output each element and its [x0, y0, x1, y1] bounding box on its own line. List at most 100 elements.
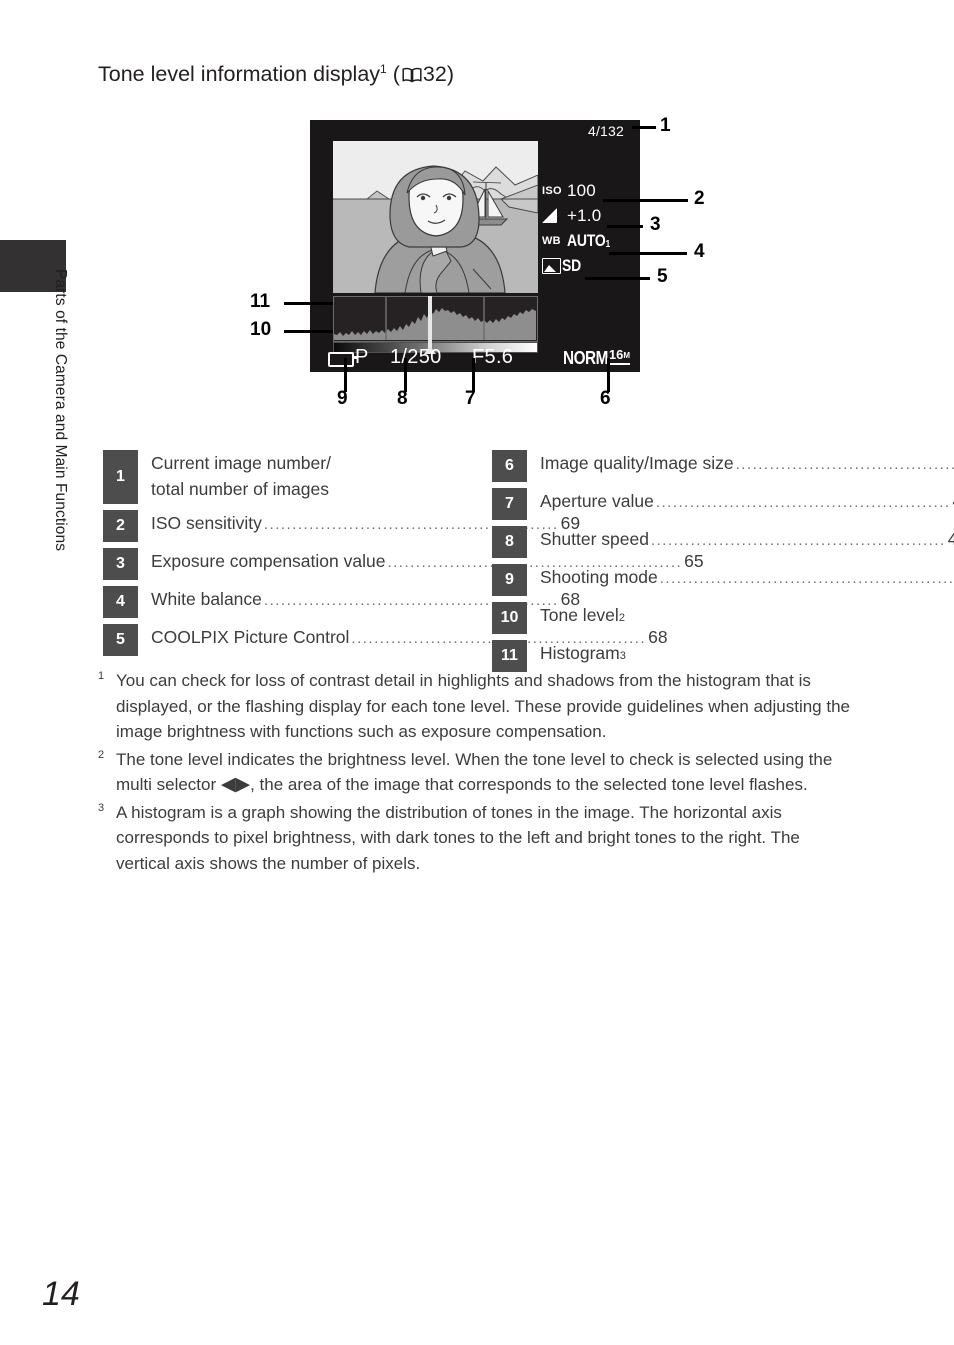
- callout-5-leader: [585, 277, 650, 280]
- footnote-1: 1 You can check for loss of contrast det…: [98, 668, 858, 745]
- legend-page-8: 48: [947, 529, 954, 549]
- image-size-value: 16M: [608, 348, 630, 365]
- shooting-mode-value: P: [355, 346, 369, 368]
- legend-left-column: 1 Current image number/ total number of …: [103, 450, 704, 662]
- legend-11-footnote-marker: 3: [619, 650, 626, 662]
- picture-control-value: SD: [562, 255, 582, 275]
- legend-label-10: Tone level 2: [540, 602, 852, 631]
- image-quality-indicator: NORM 16M: [555, 348, 630, 369]
- chapter-label: Parts of the Camera and Main Functions: [52, 269, 69, 552]
- callout-10-leader: [284, 330, 333, 333]
- photo-thumbnail: [333, 141, 538, 293]
- legend-badge-7: 7: [492, 488, 527, 520]
- legend-label-1-line2: total number of images: [151, 479, 330, 499]
- callout-2-leader: [603, 199, 688, 202]
- histogram: [333, 296, 538, 342]
- legend-badge-6: 6: [492, 450, 527, 482]
- callout-2-number: 2: [694, 188, 705, 209]
- footnote-1-text: You can check for loss of contrast detai…: [116, 671, 850, 741]
- page-title: Tone level information display1 (32): [98, 62, 454, 89]
- camera-lcd-screen: 4/132 ISO 100 +1.0 WB AUTO1 SD: [310, 120, 640, 372]
- footnote-2: 2 The tone level indicates the brightnes…: [98, 747, 858, 798]
- legend-badge-1: 1: [103, 450, 138, 504]
- legend-badge-2: 2: [103, 510, 138, 542]
- leader-dots: ........................................…: [659, 570, 954, 586]
- legend-item-10: 10 Tone level 2: [492, 602, 852, 634]
- tone-level-marker: [424, 296, 436, 354]
- footnote-3: 3 A histogram is a graph showing the dis…: [98, 800, 858, 877]
- wb-label: WB: [542, 234, 561, 247]
- legend-label-1: Current image number/ total number of im…: [151, 450, 463, 502]
- legend-badge-5: 5: [103, 624, 138, 656]
- legend-label-11: Histogram 3: [540, 640, 852, 669]
- legend-label-7: Aperture value .........................…: [540, 488, 954, 514]
- legend-badge-8: 8: [492, 526, 527, 558]
- legend-label-1-line1: Current image number/: [151, 453, 331, 473]
- legend-item-3: 3 Exposure compensation value ..........…: [103, 548, 704, 580]
- legend-item-7: 7 Aperture value .......................…: [492, 488, 954, 520]
- footnote-2-text-after: , the area of the image that corresponds…: [250, 775, 808, 794]
- legend-right-column: 6 Image quality/Image size .............…: [492, 450, 954, 678]
- page-ref-close: ): [446, 62, 454, 87]
- camera-screen-figure: 4/132 ISO 100 +1.0 WB AUTO1 SD: [310, 120, 640, 372]
- shutter-speed-value: 1/250: [390, 346, 442, 368]
- callout-1-leader: [632, 126, 656, 129]
- page-ref-number: 32: [422, 62, 447, 87]
- callout-4-leader: [609, 252, 687, 255]
- footnote-1-marker: 1: [98, 670, 105, 682]
- legend-label-9: Shooting mode ..........................…: [540, 567, 954, 587]
- legend-10-footnote-marker: 2: [618, 612, 625, 624]
- leader-dots: ........................................…: [650, 532, 946, 548]
- leader-dots: ........................................…: [655, 494, 951, 510]
- footnote-2-text: The tone level indicates the brightness …: [116, 747, 858, 798]
- iso-value: 100: [567, 180, 596, 200]
- shooting-info-column: ISO 100 +1.0 WB AUTO1 SD: [542, 178, 638, 278]
- callout-6-leader: [607, 358, 610, 392]
- callout-4-number: 4: [694, 241, 705, 262]
- callout-11-number: 11: [250, 291, 271, 312]
- battery-icon: [328, 352, 357, 367]
- callout-6-number: 6: [600, 388, 611, 409]
- callout-10-number: 10: [250, 319, 272, 340]
- legend-item-6: 6 Image quality/Image size .............…: [492, 450, 954, 482]
- legend-item-5: 5 COOLPIX Picture Control ..............…: [103, 624, 668, 656]
- legend-item-9: 9 Shooting mode ........................…: [492, 564, 953, 596]
- footnotes: 1 You can check for loss of contrast det…: [98, 668, 858, 878]
- legend-label-6: Image quality/Image size ...............…: [540, 450, 954, 476]
- legend-item-1: 1 Current image number/ total number of …: [103, 450, 463, 504]
- footnote-3-text: A histogram is a graph showing the distr…: [116, 802, 800, 873]
- callout-3-leader: [607, 225, 643, 228]
- callout-11-leader: [284, 302, 333, 305]
- footnote-3-marker: 3: [98, 801, 105, 814]
- legend-item-8: 8 Shutter speed ........................…: [492, 526, 954, 558]
- white-balance-row: WB AUTO1: [542, 228, 638, 253]
- leader-dots: ........................................…: [735, 456, 954, 472]
- picture-control-row: SD: [542, 253, 638, 278]
- legend-item-4: 4 White balance ........................…: [103, 586, 580, 618]
- callout-7-number: 7: [465, 388, 476, 409]
- iso-label: ISO: [542, 184, 562, 197]
- legend-badge-10: 10: [492, 602, 527, 634]
- legend-label-8: Shutter speed ..........................…: [540, 526, 954, 552]
- legend-badge-4: 4: [103, 586, 138, 618]
- callout-3-number: 3: [650, 214, 661, 235]
- callout-5-number: 5: [657, 266, 668, 287]
- callout-8-number: 8: [397, 388, 408, 409]
- exposure-compensation-value: +1.0: [567, 205, 602, 225]
- frame-counter: 4/132: [587, 123, 624, 139]
- page-ref-open: (: [392, 62, 400, 87]
- multi-selector-arrows-icon: ◀▶: [220, 774, 251, 795]
- title-footnote-marker: 1: [380, 62, 387, 76]
- image-quality-value: NORM: [562, 348, 608, 368]
- page-title-text: Tone level information display: [98, 62, 381, 87]
- picture-control-icon: [542, 257, 561, 274]
- callout-9-number: 9: [337, 388, 348, 409]
- callout-9-leader: [344, 358, 347, 392]
- aperture-value: F5.6: [472, 346, 514, 368]
- exposure-compensation-icon: [542, 205, 557, 223]
- legend-item-2: 2 ISO sensitivity ......................…: [103, 510, 580, 542]
- footnote-2-marker: 2: [98, 748, 105, 761]
- callout-7-leader: [472, 358, 475, 392]
- page-number: 14: [42, 1275, 80, 1313]
- callout-1-number: 1: [660, 115, 671, 136]
